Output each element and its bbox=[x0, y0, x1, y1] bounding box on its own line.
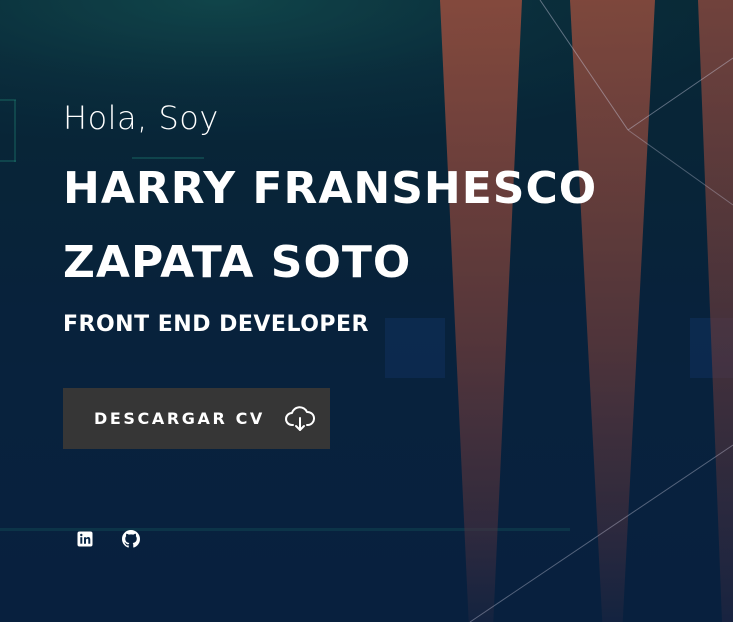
linkedin-link[interactable] bbox=[76, 530, 94, 548]
github-icon bbox=[122, 530, 140, 548]
linkedin-icon bbox=[77, 531, 93, 547]
download-cv-button[interactable]: DESCARGAR CV bbox=[63, 388, 330, 449]
social-links bbox=[76, 530, 140, 548]
name-line-1: HARRY FRANSHESCO bbox=[63, 163, 598, 214]
github-link[interactable] bbox=[122, 530, 140, 548]
name-line-2: ZAPATA SOTO bbox=[63, 237, 412, 288]
greeting-text: Hola, Soy bbox=[63, 99, 219, 137]
hero-content: Hola, Soy HARRY FRANSHESCO ZAPATA SOTO F… bbox=[63, 96, 663, 340]
hero-section: Hola, Soy HARRY FRANSHESCO ZAPATA SOTO F… bbox=[0, 0, 733, 622]
hero-name: HARRY FRANSHESCO ZAPATA SOTO bbox=[63, 152, 643, 300]
cloud-download-icon bbox=[284, 405, 315, 432]
download-cv-label: DESCARGAR CV bbox=[94, 409, 265, 428]
role-title: FRONT END DEVELOPER bbox=[63, 312, 369, 337]
